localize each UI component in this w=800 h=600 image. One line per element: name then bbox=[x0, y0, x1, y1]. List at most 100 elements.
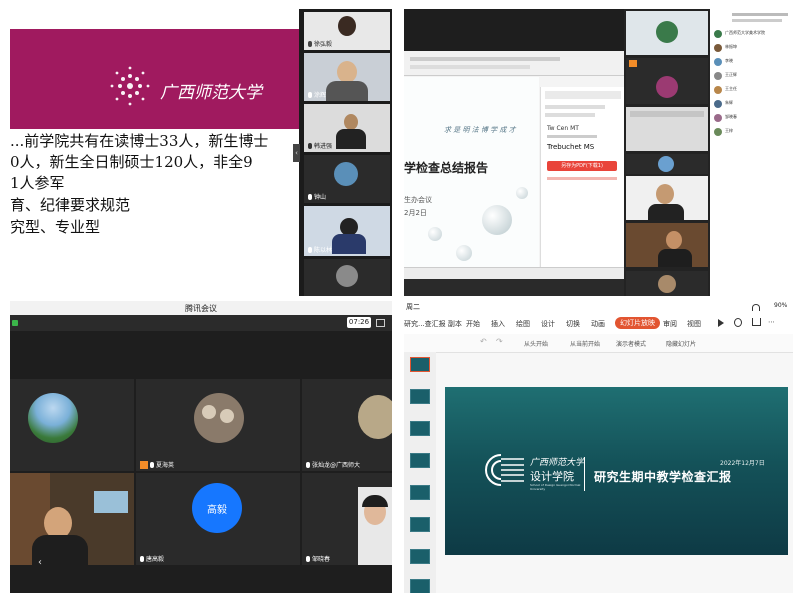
participant-avatar bbox=[336, 265, 358, 287]
participant-tile[interactable] bbox=[626, 107, 708, 151]
member-row[interactable]: 广西师范大学美术学院 bbox=[714, 29, 792, 39]
participant-tile[interactable] bbox=[626, 11, 708, 55]
participant-name: 徐弘毅 bbox=[314, 41, 333, 48]
participant-avatar bbox=[656, 21, 678, 43]
member-avatar bbox=[714, 114, 722, 122]
menu-tab[interactable]: 切换 bbox=[566, 319, 580, 329]
toolbar-button[interactable]: 隐藏幻灯片 bbox=[666, 339, 696, 348]
menu-tab[interactable]: 绘图 bbox=[516, 319, 530, 329]
meeting-window-3: 腾讯会议 07:26 夏海英 张灿龙@广西师大 高毅 唐高毅 邹晓春 ‹ bbox=[10, 301, 392, 593]
participant-tile[interactable] bbox=[626, 58, 708, 104]
participant-tile[interactable]: 高毅 唐高毅 bbox=[136, 473, 300, 565]
member-row[interactable]: 王梓 bbox=[714, 127, 792, 137]
slide-thumbnail[interactable] bbox=[410, 485, 430, 500]
menu-tab-active[interactable]: 幻灯片放映 bbox=[615, 317, 660, 329]
slide-thumbnail-selected[interactable] bbox=[410, 357, 430, 372]
participant-tile[interactable] bbox=[304, 259, 390, 296]
status-time: 周二 bbox=[406, 303, 420, 311]
participant-avatar bbox=[358, 395, 392, 439]
slide-thumbnail[interactable] bbox=[410, 389, 430, 404]
undo-icon[interactable]: ↶ bbox=[480, 337, 487, 346]
menu-tab[interactable]: 开始 bbox=[466, 319, 480, 329]
member-row[interactable]: 王正辉 bbox=[714, 71, 792, 81]
slide-subtitle: 生办会议 bbox=[404, 196, 432, 204]
menu-tab[interactable]: 插入 bbox=[491, 319, 505, 329]
more-icon[interactable]: ⋯ bbox=[768, 318, 775, 326]
water-drop-decoration bbox=[482, 205, 512, 235]
participant-tile[interactable]: 徐弘毅 bbox=[304, 12, 390, 50]
slide-thumbnail[interactable] bbox=[410, 421, 430, 436]
taskbar bbox=[404, 279, 624, 296]
member-name: 王正辉 bbox=[725, 72, 737, 77]
save-pdf-button[interactable]: 另存为PDF(下载1) bbox=[547, 161, 617, 171]
meeting-toolbar bbox=[10, 315, 392, 331]
participant-tile[interactable]: 张灿龙@广西师大 bbox=[302, 379, 392, 471]
participant-face bbox=[344, 114, 358, 130]
member-avatar bbox=[714, 100, 722, 108]
slide-thumbnail[interactable] bbox=[410, 517, 430, 532]
share-icon[interactable] bbox=[752, 318, 761, 326]
participant-face bbox=[666, 231, 682, 249]
file-name: 研究...查汇报 副本 bbox=[404, 320, 462, 328]
participant-tile[interactable]: 夏海英 bbox=[136, 379, 300, 471]
member-name: 李晓 bbox=[725, 58, 733, 63]
member-row[interactable]: 林振坤 bbox=[714, 43, 792, 53]
participant-tile[interactable] bbox=[626, 223, 708, 267]
participant-tile[interactable]: 陈以林 bbox=[304, 206, 390, 256]
slide-thumbnail[interactable] bbox=[410, 549, 430, 564]
slide-text-line: 0人，新生全日制硕士120人，非全9 bbox=[10, 153, 253, 171]
participant-face bbox=[656, 184, 674, 204]
play-icon[interactable] bbox=[718, 319, 724, 327]
university-logo-text: 广西师范大学 bbox=[160, 83, 262, 103]
member-name: 林振坤 bbox=[725, 44, 737, 49]
school-logo-icon bbox=[476, 451, 526, 489]
participant-tile[interactable] bbox=[626, 154, 708, 174]
participant-avatar bbox=[658, 275, 676, 293]
member-row[interactable]: 朱辉 bbox=[714, 99, 792, 109]
member-row[interactable]: 王主任 bbox=[714, 85, 792, 95]
menu-tab[interactable]: 动画 bbox=[591, 319, 605, 329]
participant-tile[interactable] bbox=[626, 176, 708, 220]
participant-tile[interactable] bbox=[10, 473, 134, 565]
lightbulb-icon[interactable] bbox=[734, 318, 742, 327]
participant-badge bbox=[629, 60, 637, 67]
participant-tile[interactable]: 韩进强 bbox=[304, 104, 390, 152]
font-side-panel: Tw Cen MT Trebuchet MS 另存为PDF(下载1) bbox=[540, 87, 625, 267]
participant-tile[interactable] bbox=[626, 271, 708, 296]
status-bar bbox=[404, 301, 793, 314]
member-name: 朱辉 bbox=[725, 100, 733, 105]
desktop-top-bar bbox=[404, 9, 624, 51]
participant-avatar bbox=[28, 393, 78, 443]
water-drop-decoration bbox=[516, 187, 528, 199]
font-name[interactable]: Trebuchet MS bbox=[547, 143, 594, 151]
toolbar-button[interactable]: 从当前开始 bbox=[570, 339, 600, 348]
member-name: 王主任 bbox=[725, 86, 737, 91]
toolbar-button[interactable]: 从头开始 bbox=[524, 339, 548, 348]
member-row[interactable]: 邹晓春 bbox=[714, 113, 792, 123]
member-row[interactable]: 李晓 bbox=[714, 57, 792, 67]
slide-school: 设计学院 bbox=[530, 470, 574, 483]
toolbar-button[interactable]: 演示者模式 bbox=[616, 339, 646, 348]
slide-thumbnail[interactable] bbox=[410, 453, 430, 468]
redo-icon[interactable]: ↷ bbox=[496, 337, 503, 346]
menu-tab[interactable]: 审阅 bbox=[663, 319, 677, 329]
title-divider bbox=[584, 457, 585, 491]
member-avatar bbox=[714, 128, 722, 136]
participant-tile[interactable]: 涂辉 bbox=[304, 53, 390, 101]
participant-tile[interactable]: 邹晓春 bbox=[302, 473, 392, 565]
member-avatar bbox=[714, 30, 722, 38]
fullscreen-icon[interactable] bbox=[376, 319, 385, 327]
collapse-panel-handle[interactable]: ‹ bbox=[293, 144, 300, 162]
font-name[interactable]: Tw Cen MT bbox=[547, 125, 579, 132]
participant-tile[interactable] bbox=[10, 379, 134, 471]
battery-level: 90% bbox=[774, 302, 788, 309]
participant-name: 陈以林 bbox=[314, 247, 333, 254]
menu-tab[interactable]: 视图 bbox=[687, 319, 701, 329]
prev-page-button[interactable]: ‹ bbox=[38, 557, 48, 569]
menu-tab[interactable]: 设计 bbox=[541, 319, 555, 329]
participant-tile[interactable]: 钟山 bbox=[304, 155, 390, 203]
slide-thumbnail[interactable] bbox=[410, 579, 430, 593]
university-logo-icon bbox=[107, 63, 153, 109]
member-name: 邹晓春 bbox=[725, 114, 737, 119]
slide-text-line: 1人参军 bbox=[10, 174, 65, 192]
